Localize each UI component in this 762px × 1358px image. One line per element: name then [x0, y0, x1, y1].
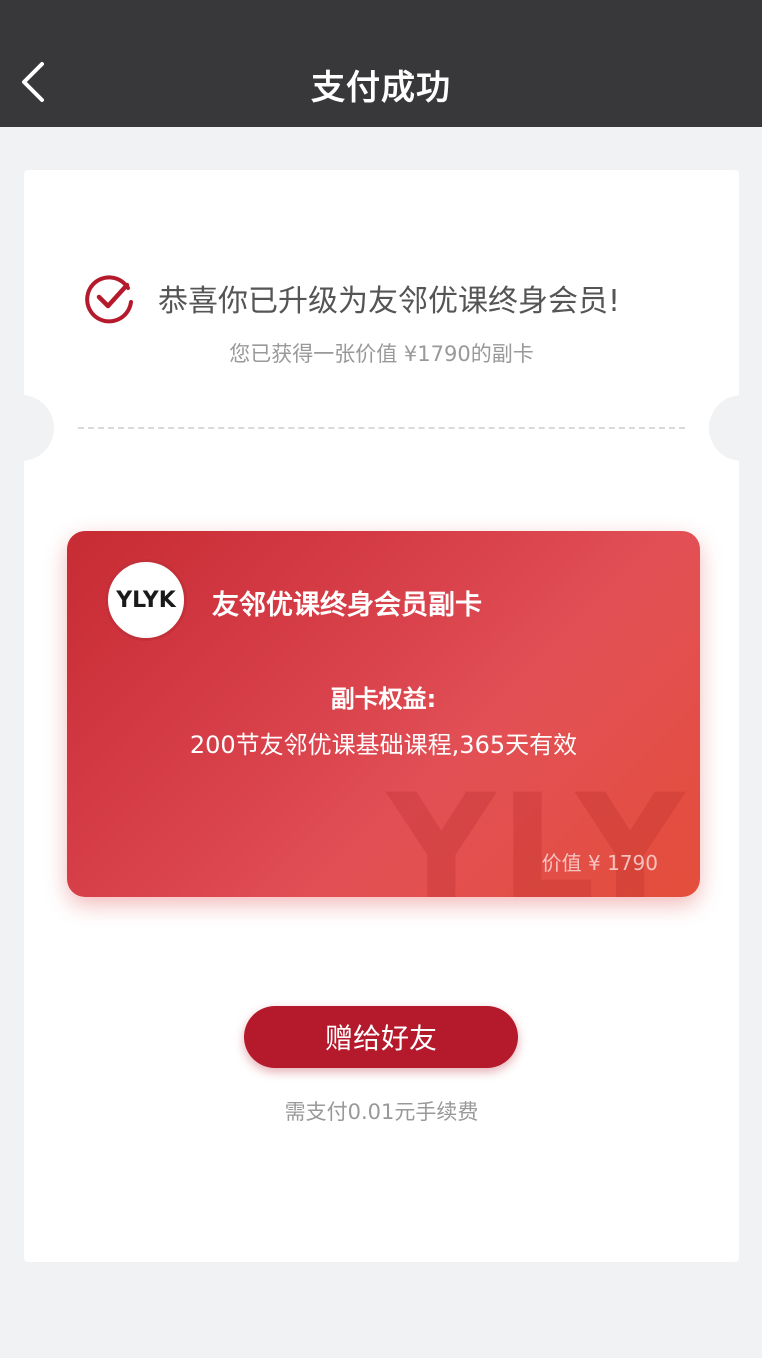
navbar: 支付成功 — [0, 0, 762, 127]
ticket-notch-left — [0, 395, 54, 461]
card-title: 友邻优课终身会员副卡 — [212, 590, 482, 621]
ylyk-logo: YLYK — [105, 559, 187, 641]
gift-to-friend-button[interactable]: 赠给好友 — [244, 1006, 518, 1068]
membership-card: YLYK YLYK 友邻优课终身会员副卡 副卡权益: 200节友邻优课基础课程,… — [67, 531, 700, 897]
fee-note: 需支付0.01元手续费 — [284, 1100, 479, 1124]
dashed-divider — [78, 427, 685, 429]
logo-text: YLYK — [116, 587, 176, 613]
card-benefit-label: 副卡权益: — [330, 685, 437, 713]
success-message: 恭喜你已升级为友邻优课终身会员! — [84, 270, 620, 326]
success-ticket: 恭喜你已升级为友邻优课终身会员! 您已获得一张价值 ¥1790的副卡 YLYK … — [0, 170, 762, 1262]
card-benefit-description: 200节友邻优课基础课程,365天有效 — [189, 731, 578, 759]
page-title: 支付成功 — [311, 68, 451, 108]
card-watermark: YLYK — [387, 763, 700, 897]
card-value: 价值 ¥ 1790 — [541, 851, 658, 875]
success-subtitle: 您已获得一张价值 ¥1790的副卡 — [229, 342, 534, 366]
check-circle-icon — [85, 275, 133, 324]
success-title: 恭喜你已升级为友邻优课终身会员! — [158, 284, 621, 319]
ticket-notch-right — [709, 395, 762, 461]
